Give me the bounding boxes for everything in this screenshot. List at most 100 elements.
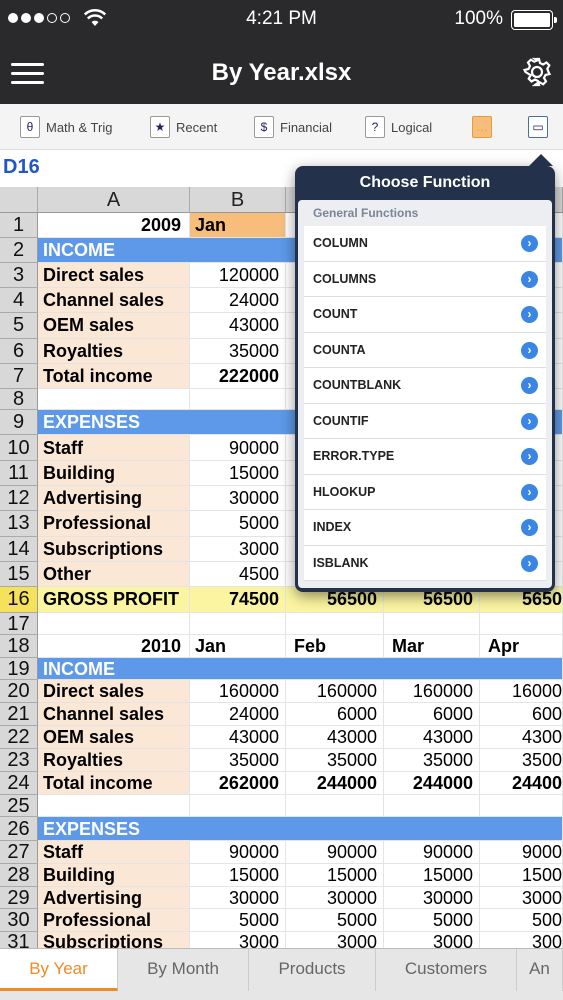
cell-e[interactable]: 9000 [480, 840, 563, 864]
function-item[interactable]: ISBLANK › [304, 545, 546, 581]
cell-c[interactable]: 90000 [286, 840, 384, 864]
chevron-right-icon[interactable]: › [521, 519, 538, 536]
row-number[interactable]: 9 [0, 410, 38, 435]
toolbar-financial[interactable]: $ Financial [254, 115, 332, 139]
toolbar-logical[interactable]: ? Logical [365, 115, 432, 139]
row-number[interactable]: 20 [0, 680, 38, 703]
cell-a[interactable]: Total income [38, 771, 190, 795]
cell-b[interactable]: 90000 [190, 435, 286, 461]
row-number[interactable]: 21 [0, 703, 38, 726]
cell-b[interactable]: 5000 [190, 511, 286, 537]
cell-b[interactable]: 160000 [190, 680, 286, 703]
cell-d[interactable]: 160000 [384, 680, 480, 703]
cell-c[interactable]: Feb [286, 634, 384, 658]
chevron-right-icon[interactable]: › [521, 306, 538, 323]
cell-a[interactable]: Channel sales [38, 288, 190, 313]
row-number[interactable]: 31 [0, 932, 38, 949]
row-number[interactable]: 15 [0, 562, 38, 587]
cell-a[interactable]: Subscriptions [38, 536, 190, 562]
cell-a[interactable]: Subscriptions [38, 932, 190, 949]
toolbar-recent[interactable]: ★ Recent [150, 115, 217, 139]
cell-a[interactable]: Other [38, 562, 190, 587]
corner-header[interactable] [0, 187, 38, 213]
cell-d[interactable] [384, 794, 480, 817]
row-number[interactable]: 19 [0, 657, 38, 680]
cell-b[interactable]: 3000 [190, 536, 286, 562]
function-item[interactable]: COUNTA › [304, 332, 546, 368]
cell-a[interactable]: OEM sales [38, 725, 190, 749]
toolbar-math-trig[interactable]: θ Math & Trig [20, 115, 112, 139]
function-item[interactable]: ERROR.TYPE › [304, 439, 546, 475]
row-number[interactable]: 14 [0, 536, 38, 562]
cell-c[interactable]: 5000 [286, 909, 384, 932]
cell-b[interactable]: 43000 [190, 725, 286, 749]
row-number[interactable]: 23 [0, 748, 38, 772]
cell-b[interactable]: 43000 [190, 313, 286, 339]
cell-b[interactable]: 4500 [190, 562, 286, 587]
row-number[interactable]: 11 [0, 461, 38, 486]
row-number[interactable]: 28 [0, 863, 38, 887]
cell-c[interactable] [286, 794, 384, 817]
row-number[interactable]: 3 [0, 262, 38, 288]
cell-e[interactable]: 1500 [480, 863, 563, 887]
cell-d[interactable]: 5000 [384, 909, 480, 932]
function-item[interactable]: COUNTIF › [304, 403, 546, 439]
cell-d[interactable]: 35000 [384, 748, 480, 772]
cell-c[interactable]: 6000 [286, 703, 384, 726]
sheet-tab[interactable]: An [517, 949, 563, 991]
function-item[interactable]: COLUMNS › [304, 261, 546, 297]
chevron-right-icon[interactable]: › [521, 412, 538, 430]
row-number[interactable]: 16 [0, 587, 38, 613]
row-number[interactable]: 18 [0, 634, 38, 658]
cell-e[interactable]: 3000 [480, 886, 563, 909]
cell-a[interactable]: Direct sales [38, 262, 190, 288]
cell-b[interactable]: 120000 [190, 262, 286, 288]
cell-c[interactable] [286, 612, 384, 635]
cell-a[interactable]: Advertising [38, 886, 190, 909]
row-number[interactable]: 17 [0, 612, 38, 635]
cell-a[interactable]: OEM sales [38, 313, 190, 339]
cell-c[interactable]: 244000 [286, 771, 384, 795]
cell-b[interactable]: 90000 [190, 840, 286, 864]
cell-d[interactable]: 6000 [384, 703, 480, 726]
cell-d[interactable] [384, 612, 480, 635]
row-number[interactable]: 13 [0, 511, 38, 537]
cell-a[interactable]: Advertising [38, 486, 190, 511]
cell-a[interactable]: Professional [38, 511, 190, 537]
cell-b[interactable]: 15000 [190, 461, 286, 486]
sheet-tab[interactable]: Products [249, 949, 376, 991]
row-number[interactable]: 8 [0, 389, 38, 410]
row-number[interactable]: 29 [0, 886, 38, 909]
chevron-right-icon[interactable]: › [521, 235, 538, 252]
cell-e[interactable] [480, 794, 563, 817]
cell-a[interactable]: Professional [38, 909, 190, 932]
cell-a[interactable]: Direct sales [38, 680, 190, 703]
cell-b[interactable]: 35000 [190, 338, 286, 364]
cell-b[interactable]: 222000 [190, 363, 286, 389]
cell-e[interactable]: 24400 [480, 771, 563, 795]
function-item[interactable]: COUNTBLANK › [304, 368, 546, 404]
row-number[interactable]: 22 [0, 725, 38, 749]
row-number[interactable]: 5 [0, 313, 38, 339]
cell-b[interactable]: 262000 [190, 771, 286, 795]
cell-d[interactable]: 3000 [384, 932, 480, 949]
row-number[interactable]: 12 [0, 486, 38, 511]
cell-e[interactable] [480, 612, 563, 635]
cell-d[interactable]: 30000 [384, 886, 480, 909]
row-number[interactable]: 25 [0, 794, 38, 817]
row-number[interactable]: 30 [0, 909, 38, 932]
row-number[interactable]: 27 [0, 840, 38, 864]
row-number[interactable]: 2 [0, 237, 38, 263]
cell-c[interactable]: 35000 [286, 748, 384, 772]
column-header-b[interactable]: B [190, 187, 286, 213]
cell-d[interactable]: 43000 [384, 725, 480, 749]
sheet-tab[interactable]: Customers [376, 949, 517, 991]
toolbar-general[interactable]: ▭ [528, 115, 548, 139]
cell-b[interactable]: 35000 [190, 748, 286, 772]
row-number[interactable]: 4 [0, 288, 38, 313]
cell-b[interactable] [190, 794, 286, 817]
row-number[interactable]: 6 [0, 338, 38, 364]
chevron-right-icon[interactable]: › [521, 483, 538, 501]
cell-b[interactable]: 30000 [190, 886, 286, 909]
cell-a[interactable]: Royalties [38, 338, 190, 364]
